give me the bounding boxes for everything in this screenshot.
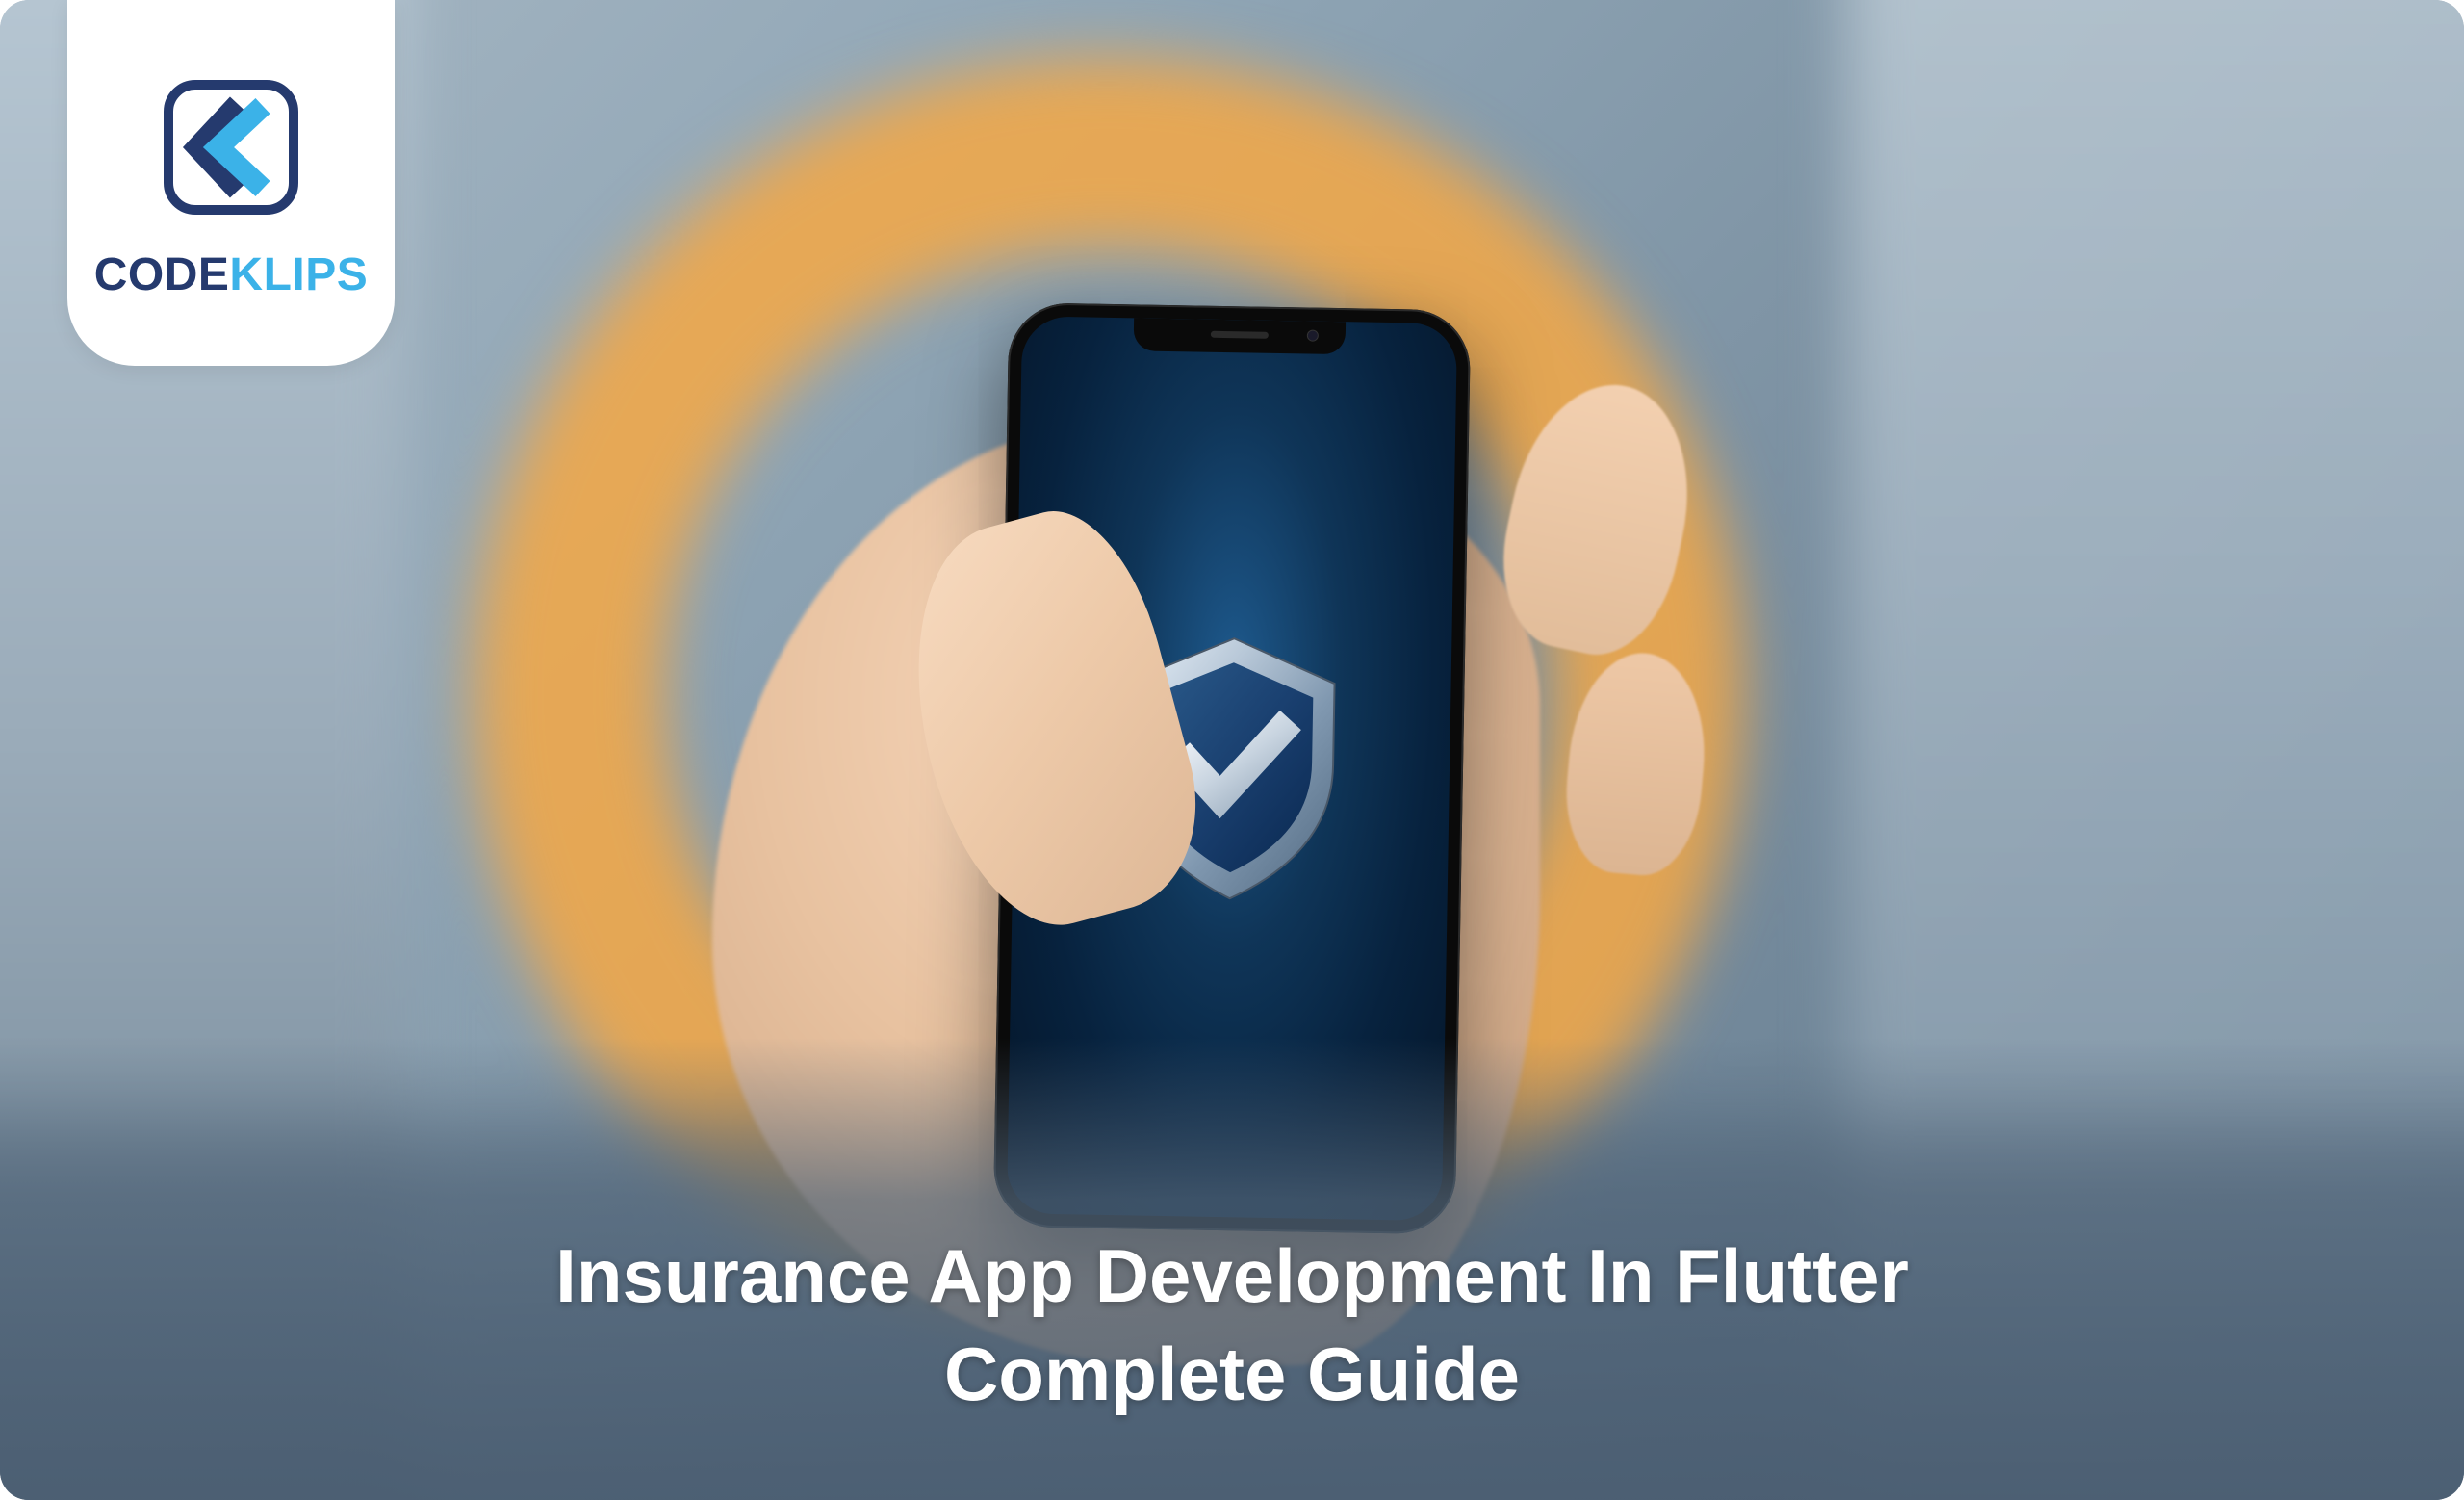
banner-title: Insurance App Development In Flutter Com… (555, 1228, 1909, 1423)
codeklips-logo-icon (149, 65, 313, 229)
phone-camera-icon (1307, 329, 1319, 341)
logo-text-klips: KLIPS (229, 249, 368, 300)
phone-speaker (1211, 331, 1269, 339)
phone-notch (1134, 318, 1347, 354)
title-line-2: Complete Guide (944, 1332, 1520, 1416)
title-overlay: Insurance App Development In Flutter Com… (0, 1038, 2464, 1500)
logo-badge: CODEKLIPS (67, 0, 395, 366)
logo-wordmark: CODEKLIPS (94, 248, 369, 301)
title-line-1: Insurance App Development In Flutter (555, 1233, 1909, 1318)
logo-text-code: CODE (94, 249, 230, 300)
hero-banner: CODEKLIPS (0, 0, 2464, 1500)
